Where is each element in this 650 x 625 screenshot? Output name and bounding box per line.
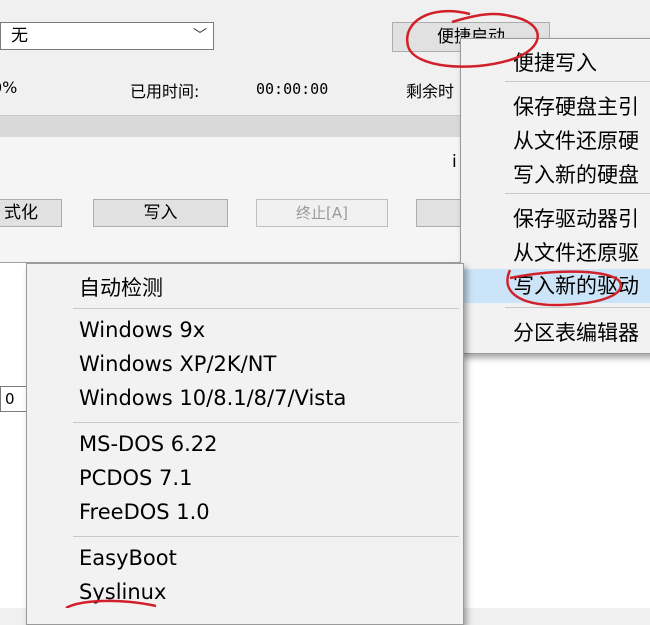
os-item-syslinux[interactable]: Syslinux (27, 580, 463, 604)
write-label: 写入 (143, 203, 178, 223)
stop-label: 终止[A] (296, 204, 348, 222)
os-item-easyboot[interactable]: EasyBoot (27, 546, 463, 570)
menu-item-label: 便捷写入 (513, 51, 597, 75)
menu-item-label: 保存驱动器引 (513, 207, 639, 231)
os-item-auto-detect[interactable]: 自动检测 (27, 272, 463, 302)
menu-item-quick-write[interactable]: 便捷写入 (461, 47, 650, 77)
menu-separator (73, 308, 459, 309)
os-item-label: 自动检测 (79, 276, 163, 300)
extra-glyph: i (452, 152, 457, 172)
menu-item-save-mbr[interactable]: 保存硬盘主引 (461, 91, 650, 121)
menu-separator (505, 81, 650, 82)
menu-item-write-new-mbr[interactable]: 写入新的硬盘 (461, 159, 650, 189)
select-value: 无 (11, 26, 28, 46)
os-item-win9x[interactable]: Windows 9x (27, 318, 463, 342)
os-item-win10[interactable]: Windows 10/8.1/8/7/Vista (27, 386, 463, 410)
remaining-label: 剩余时 (406, 82, 455, 101)
os-item-label: FreeDOS 1.0 (79, 500, 210, 524)
size-field-value: 0 (5, 390, 15, 408)
format-label: 式化 (4, 203, 38, 223)
menu-item-restore-drive-boot[interactable]: 从文件还原驱 (461, 237, 650, 267)
os-item-pcdos[interactable]: PCDOS 7.1 (27, 466, 463, 490)
menu-item-restore-mbr[interactable]: 从文件还原硬 (461, 125, 650, 155)
menu-separator (73, 536, 459, 537)
os-item-msdos[interactable]: MS-DOS 6.22 (27, 432, 463, 456)
menu-item-label: 从文件还原驱 (513, 241, 639, 265)
os-item-label: EasyBoot (79, 546, 177, 570)
menu-item-partition-editor[interactable]: 分区表编辑器 (461, 317, 650, 347)
boot-type-select[interactable]: 无 ﹀ (0, 22, 214, 50)
menu-item-write-new-drive-boot[interactable]: 写入新的驱动 (461, 269, 650, 303)
format-button[interactable]: 式化 (0, 199, 62, 227)
menu-item-label: 分区表编辑器 (513, 321, 639, 345)
write-button[interactable]: 写入 (93, 199, 228, 227)
os-item-label: PCDOS 7.1 (79, 466, 193, 490)
menu-separator (505, 307, 650, 308)
os-item-label: MS-DOS 6.22 (79, 432, 218, 456)
menu-item-save-drive-boot[interactable]: 保存驱动器引 (461, 203, 650, 233)
menu-separator (73, 422, 459, 423)
menu-item-label: 写入新的驱动 (513, 274, 639, 298)
elapsed-value: 00:00:00 (256, 80, 329, 98)
os-item-winxp[interactable]: Windows XP/2K/NT (27, 352, 463, 376)
quick-boot-menu: 便捷写入 保存硬盘主引 从文件还原硬 写入新的硬盘 保存驱动器引 从文件还原驱 … (460, 38, 650, 354)
menu-item-label: 写入新的硬盘 (513, 163, 639, 187)
os-item-freedos[interactable]: FreeDOS 1.0 (27, 500, 463, 524)
os-item-label: Windows 9x (79, 318, 206, 342)
os-submenu: 自动检测 Windows 9x Windows XP/2K/NT Windows… (26, 263, 464, 625)
menu-item-label: 从文件还原硬 (513, 129, 639, 153)
menu-item-label: 保存硬盘主引 (513, 95, 639, 119)
progress-percent: 0% (0, 78, 18, 97)
elapsed-label: 已用时间: (130, 82, 200, 101)
os-item-label: Windows XP/2K/NT (79, 352, 277, 376)
stop-button[interactable]: 终止[A] (256, 199, 388, 227)
os-item-label: Windows 10/8.1/8/7/Vista (79, 386, 347, 410)
chevron-down-icon: ﹀ (193, 28, 207, 44)
action-panel (0, 137, 470, 265)
os-item-label: Syslinux (79, 580, 167, 604)
menu-separator (505, 193, 650, 194)
